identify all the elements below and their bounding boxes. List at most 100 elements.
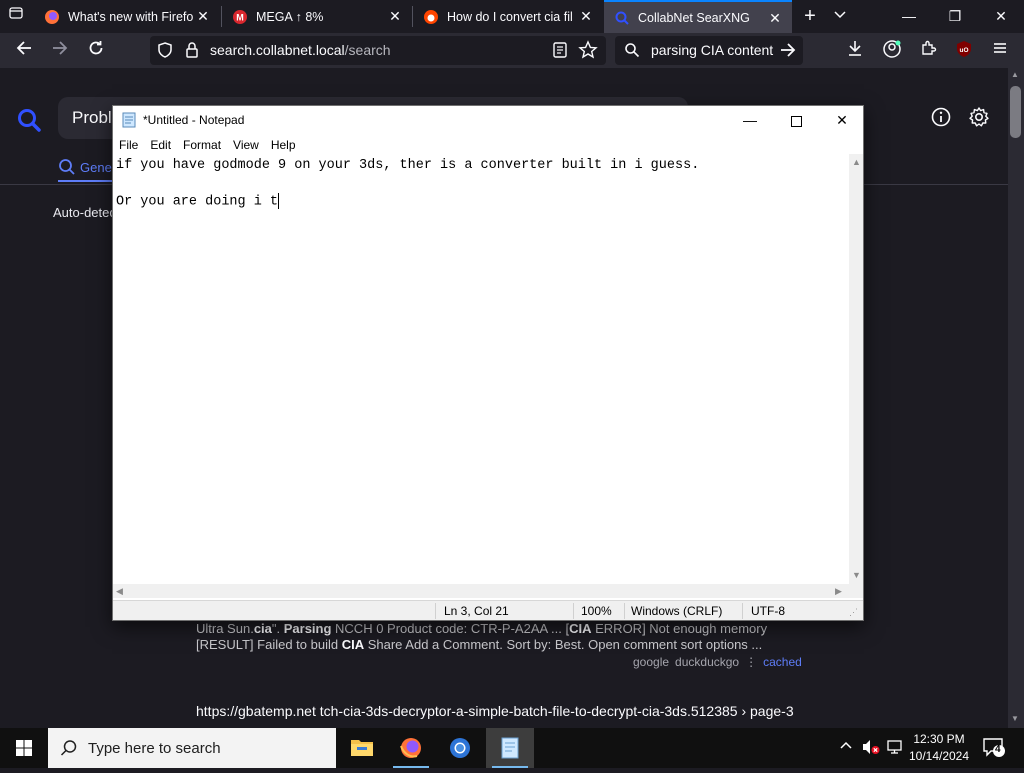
- notepad-close-icon[interactable]: ✕: [819, 106, 865, 134]
- result-url[interactable]: https://gbatemp.net tch-cia-3ds-decrypto…: [196, 703, 794, 719]
- notepad-window: *Untitled - Notepad — ✕ File Edit Format…: [112, 105, 864, 621]
- status-encoding: UTF-8: [751, 604, 785, 618]
- notepad-taskbar-button[interactable]: [486, 728, 534, 768]
- tab-label: What's new with Firefox: [68, 9, 193, 24]
- network-icon[interactable]: [886, 738, 904, 759]
- gear-icon[interactable]: [968, 106, 990, 133]
- notepad-menubar: File Edit Format View Help: [113, 134, 863, 154]
- back-icon[interactable]: [12, 39, 36, 63]
- close-window-icon[interactable]: ✕: [978, 0, 1024, 33]
- tab-active-indicator: [58, 180, 118, 182]
- reload-icon[interactable]: [84, 39, 108, 63]
- tab-list-icon[interactable]: [4, 4, 28, 28]
- restore-icon[interactable]: ❐: [932, 0, 978, 33]
- notepad-icon: [121, 112, 137, 128]
- notepad-minimize-icon[interactable]: —: [727, 106, 773, 134]
- account-icon[interactable]: [880, 39, 904, 63]
- tab-whats-new[interactable]: What's new with Firefox ✕: [34, 0, 220, 33]
- firefox-icon: [45, 9, 59, 24]
- menu-edit[interactable]: Edit: [144, 134, 177, 154]
- ublock-icon[interactable]: uO: [952, 39, 976, 63]
- mega-icon: M: [233, 9, 247, 24]
- menu-view[interactable]: View: [227, 134, 265, 154]
- tab-reddit[interactable]: How do I convert cia files ✕: [413, 0, 603, 33]
- engine-duckduckgo: duckduckgo: [675, 655, 740, 669]
- status-zoom: 100%: [581, 604, 612, 618]
- tab-searxng[interactable]: CollabNet SearXNG ✕: [604, 0, 792, 33]
- folder-icon: [351, 740, 373, 756]
- notepad-text-area[interactable]: if you have godmode 9 on your 3ds, ther …: [113, 154, 849, 584]
- scroll-left-icon[interactable]: ◀: [116, 586, 123, 597]
- notepad-vertical-scrollbar[interactable]: ▲ ▼: [849, 154, 863, 584]
- tab-label: How do I convert cia files: [447, 9, 572, 24]
- close-tab-icon[interactable]: ✕: [386, 7, 404, 25]
- close-tab-icon[interactable]: ✕: [577, 7, 595, 25]
- bookmark-star-icon[interactable]: [578, 40, 598, 65]
- svg-text:uO: uO: [959, 47, 968, 54]
- text-line: [116, 175, 849, 193]
- scroll-up-icon[interactable]: ▲: [1011, 70, 1019, 79]
- show-hidden-icons-chevron-icon[interactable]: [839, 738, 853, 755]
- menu-icon[interactable]: [988, 39, 1012, 63]
- notepad-maximize-icon[interactable]: [773, 106, 819, 134]
- searxng-icon: [615, 11, 629, 25]
- url-text[interactable]: search.collabnet.local/search: [210, 42, 391, 58]
- resize-grip-icon[interactable]: ⋰: [849, 607, 858, 623]
- close-tab-icon[interactable]: ✕: [194, 7, 212, 25]
- snippet-line-2: [RESULT] Failed to build CIA Share Add a…: [196, 637, 763, 652]
- cached-link[interactable]: cached: [763, 655, 802, 669]
- scroll-up-icon[interactable]: ▲: [852, 157, 861, 167]
- lock-icon[interactable]: [184, 41, 200, 64]
- extensions-icon[interactable]: [916, 39, 940, 63]
- taskbar-clock[interactable]: 12:30 PM 10/14/2024: [904, 731, 974, 765]
- menu-format[interactable]: Format: [177, 134, 227, 154]
- go-arrow-icon[interactable]: [779, 41, 797, 64]
- firefox-taskbar-button[interactable]: [387, 728, 435, 768]
- notepad-title: *Untitled - Notepad: [143, 113, 245, 127]
- search-icon: [60, 739, 78, 762]
- notepad-statusbar: Ln 3, Col 21 100% Windows (CRLF) UTF-8 ⋰: [113, 600, 863, 620]
- text-line: Or you are doing i t: [116, 193, 280, 210]
- search-bar[interactable]: parsing CIA content: [615, 36, 803, 65]
- searxng-logo-icon[interactable]: [16, 107, 42, 138]
- url-path: /search: [344, 42, 391, 58]
- notepad-icon: [501, 737, 519, 759]
- chromium-taskbar-button[interactable]: [436, 728, 484, 768]
- clock-time: 12:30 PM: [913, 732, 965, 746]
- volume-muted-icon[interactable]: [861, 738, 881, 759]
- clock-date: 10/14/2024: [908, 749, 970, 763]
- chevron-down-icon[interactable]: [828, 4, 852, 28]
- scroll-down-icon[interactable]: ▼: [1011, 714, 1019, 723]
- file-explorer-button[interactable]: [338, 728, 386, 768]
- notifications-icon[interactable]: 4: [982, 736, 1006, 761]
- page-scrollbar[interactable]: [1008, 68, 1024, 728]
- notepad-titlebar[interactable]: *Untitled - Notepad — ✕: [113, 106, 863, 134]
- scroll-right-icon[interactable]: ▶: [835, 586, 842, 597]
- minimize-icon[interactable]: —: [886, 0, 932, 33]
- page-scrollbar-thumb[interactable]: [1010, 86, 1021, 138]
- tab-mega[interactable]: M MEGA ↑ 8% ✕: [222, 0, 412, 33]
- auto-detect-label[interactable]: Auto-detec: [53, 205, 116, 220]
- new-tab-icon[interactable]: +: [798, 4, 822, 28]
- scroll-down-icon[interactable]: ▼: [852, 570, 861, 580]
- close-tab-icon[interactable]: ✕: [766, 9, 784, 27]
- taskbar-search-box[interactable]: Type here to search: [48, 728, 336, 768]
- forward-icon[interactable]: [48, 39, 72, 63]
- search-bar-value: parsing CIA content: [651, 42, 774, 58]
- text-line: if you have godmode 9 on your 3ds, ther …: [116, 158, 700, 173]
- shield-icon[interactable]: [156, 41, 174, 64]
- menu-help[interactable]: Help: [265, 134, 302, 154]
- tab-general[interactable]: Gene: [58, 158, 112, 176]
- start-button[interactable]: [0, 728, 48, 768]
- status-position: Ln 3, Col 21: [444, 604, 509, 618]
- search-icon: [624, 42, 640, 63]
- snippet-line-1: Ultra Sun.cia". Parsing NCCH 0 Product c…: [196, 621, 768, 636]
- info-icon[interactable]: [930, 106, 952, 133]
- engine-google: google: [633, 655, 670, 669]
- url-bar[interactable]: search.collabnet.local/search: [150, 36, 606, 65]
- status-line-ending: Windows (CRLF): [631, 604, 723, 618]
- reader-view-icon[interactable]: [552, 41, 568, 64]
- menu-file[interactable]: File: [113, 134, 144, 154]
- downloads-icon[interactable]: [843, 39, 867, 63]
- notepad-horizontal-scrollbar[interactable]: ◀ ▶: [113, 584, 849, 598]
